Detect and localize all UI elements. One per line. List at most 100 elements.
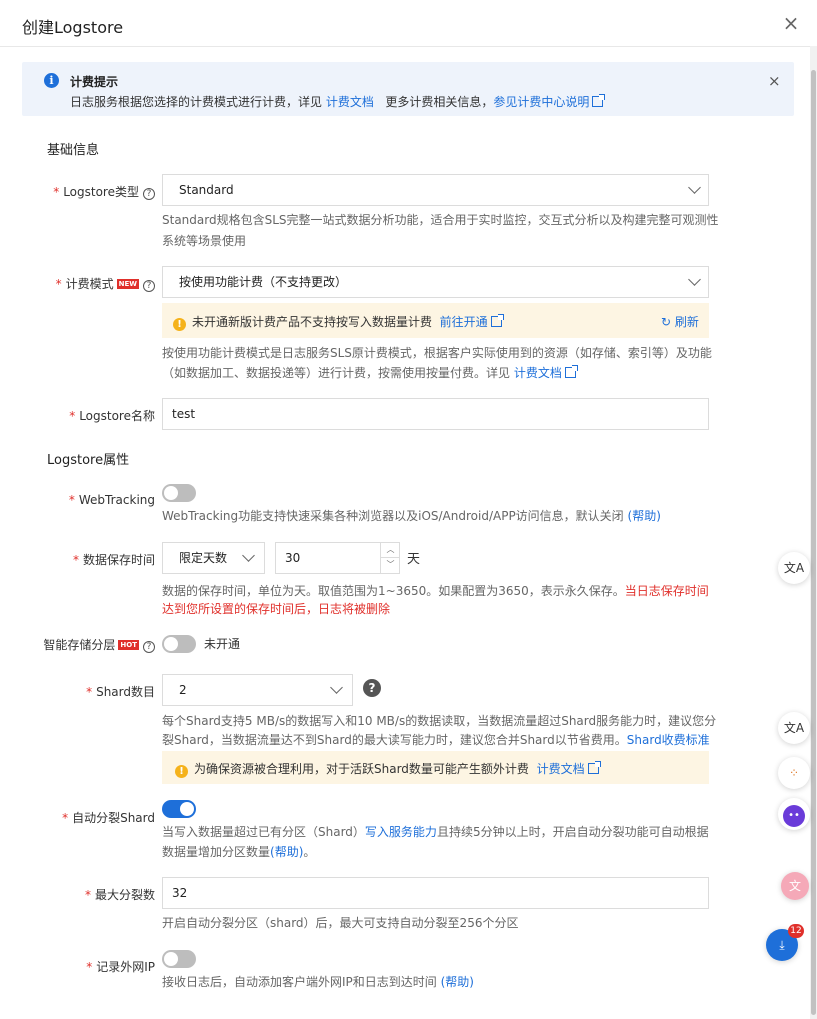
refresh-button[interactable]: ↻ 刷新 [661,313,699,330]
record-ip-toggle[interactable] [162,950,196,968]
logstore-type-help2: 系统等场景使用 [162,234,247,248]
auto-split-toggle[interactable] [162,800,196,818]
notice-text-mid: 更多计费相关信息， [385,95,494,109]
external-link-icon [490,314,504,327]
auto-split-help1a: 当写入数据量超过已有分区（Shard） [162,825,365,839]
shard-warn-text: 为确保资源被合理利用，对于活跃Shard数量可能产生额外计费 [194,762,529,776]
shard-label-text: Shard数目 [96,685,155,699]
external-link-icon [587,761,601,774]
billing-help2-text: （如数据加工、数据投递等）进行计费，按需使用按量付费。详见 [162,366,511,380]
chevron-down-icon [242,549,255,562]
logstore-type-label-text: Logstore类型 [63,185,139,199]
logstore-name-label: * Logstore名称 [69,409,155,423]
shard-help2-text: 裂Shard，当数据流量达不到Shard的最大读写能力时，建议您合并Shard以… [162,733,627,747]
stepper-down-icon[interactable]: ﹀ [380,558,400,573]
logstore-type-select[interactable]: Standard [162,174,709,206]
chevron-down-icon [688,181,701,194]
billing-center-link[interactable]: 参见计费中心说明 [493,94,606,109]
webtracking-label: * WebTracking [68,493,155,507]
tiered-storage-label: 智能存储分层 HOT? [20,636,155,653]
ai-translate-icon[interactable]: 文 [781,872,809,900]
logstore-name-input[interactable]: test [162,398,709,430]
tiered-storage-toggle[interactable] [162,635,196,653]
assistant-icon[interactable]: •• [778,798,810,830]
notice-text-prefix: 日志服务根据您选择的计费模式进行计费，详见 [70,95,323,109]
section-attrs: Logstore属性 [47,453,130,468]
webtracking-toggle[interactable] [162,484,196,502]
billing-doc-link[interactable]: 计费文档 [326,95,374,109]
refresh-label: 刷新 [674,315,699,329]
billing-doc-link-text: 计费文档 [513,366,562,380]
retention-mode-value: 限定天数 [179,551,228,565]
retention-mode-select[interactable]: 限定天数 [162,542,265,574]
billing-mode-value: 按使用功能计费（不支持更改） [179,275,348,289]
chevron-down-icon [688,273,701,286]
external-link-icon [592,94,606,107]
billing-warn-text: 未开通新版计费产品不支持按写入数据量计费 [192,315,433,329]
shard-count-select[interactable]: 2 [162,674,353,706]
shard-warning-text: ! 为确保资源被合理利用，对于活跃Shard数量可能产生额外计费 计费文档 [175,760,601,778]
help-icon[interactable]: ? [143,641,155,653]
help-icon[interactable]: ? [143,188,155,200]
hot-badge: HOT [118,640,139,650]
shard-warning: ! 为确保资源被合理利用，对于活跃Shard数量可能产生额外计费 计费文档 [162,751,709,784]
max-split-input[interactable]: 32 [162,877,709,909]
auto-split-help1b: 且持续5分钟以上时，开启自动分裂功能可自动根据 [436,825,709,839]
shard-help2: 裂Shard，当数据流量达不到Shard的最大读写能力时，建议您合并Shard以… [162,730,710,751]
webtracking-help-text: WebTracking功能支持快速采集各种浏览器以及iOS/Android/AP… [162,509,624,523]
billing-warning-text: ! 未开通新版计费产品不支持按写入数据量计费 前往开通 [173,313,504,331]
notification-badge: 12 [788,924,804,938]
auto-split-help2-text: 数据量增加分区数量 [162,845,271,859]
billing-mode-warning: ! 未开通新版计费产品不支持按写入数据量计费 前往开通 ↻ 刷新 [162,303,709,338]
apps-icon[interactable]: ⁘ [778,757,810,789]
new-badge: NEW [116,279,139,289]
activate-link[interactable]: 前往开通 [439,314,504,329]
shard-pricing-link[interactable]: Shard收费标准 [627,733,710,747]
retention-help2: 达到您所设置的保存时间后，日志将被删除 [162,602,391,616]
retention-label: * 数据保存时间 [72,553,155,567]
help-icon[interactable]: ? [143,280,155,292]
record-ip-help-text: 接收日志后，自动添加客户端外网IP和日志到达时间 [162,975,437,989]
max-split-label-text: 最大分裂数 [94,888,155,902]
scrollbar-thumb[interactable] [811,70,816,1015]
retention-help1-text: 数据的保存时间，单位为天。取值范围为1~3650。如果配置为3650，表示永久保… [162,584,625,598]
close-icon[interactable]: × [780,12,802,34]
shard-count-value: 2 [179,683,187,697]
dialog-title: 创建Logstore [22,18,124,37]
header-divider [0,46,810,47]
warning-icon: ! [175,765,188,778]
billing-notice: i 计费提示 日志服务根据您选择的计费模式进行计费，详见 计费文档 更多计费相关… [22,62,794,116]
logstore-type-help1: Standard规格包含SLS完整一站式数据分析功能，适合用于实时监控，交互式分… [162,213,719,227]
retention-help1-red: 当日志保存时间 [624,584,709,598]
shard-billing-doc-link[interactable]: 计费文档 [537,761,601,776]
info-icon: i [44,73,59,88]
activate-link-text: 前往开通 [439,315,488,329]
auto-split-help1: 当写入数据量超过已有分区（Shard）写入服务能力且持续5分钟以上时，开启自动分… [162,822,709,843]
external-link-icon [564,365,578,378]
tiered-storage-status: 未开通 [204,637,241,651]
record-ip-help-link[interactable]: (帮助) [441,975,474,989]
record-ip-label-text: 记录外网IP [96,960,155,974]
billing-mode-select[interactable]: 按使用功能计费（不支持更改） [162,266,709,298]
translate-icon[interactable]: 文A [778,712,810,744]
webtracking-label-text: WebTracking [78,493,155,507]
translate-icon[interactable]: 文A [778,552,810,584]
webtracking-help-link[interactable]: (帮助) [628,509,661,523]
stepper-up-icon[interactable]: ︿ [380,543,400,558]
retention-days-value: 30 [285,551,301,565]
billing-mode-label: * 计费模式 NEW? [30,275,155,292]
retention-days-input[interactable]: 30 ︿ ﹀ [275,542,400,574]
notice-title: 计费提示 [70,75,119,89]
shard-label: * Shard数目 [86,685,155,699]
auto-split-label-text: 自动分裂Shard [72,811,155,825]
retention-unit: 天 [407,552,421,567]
shard-help-icon[interactable]: ? [363,679,381,697]
billing-doc-link[interactable]: 计费文档 [513,365,578,380]
notice-text: 日志服务根据您选择的计费模式进行计费，详见 计费文档 更多计费相关信息，参见计费… [70,93,606,110]
section-basic: 基础信息 [47,143,100,158]
write-capacity-link[interactable]: 写入服务能力 [365,825,437,839]
auto-split-help-link[interactable]: (帮助) [270,845,303,859]
notice-close-icon[interactable]: × [768,72,781,90]
tiered-storage-label-text: 智能存储分层 [43,638,116,652]
auto-split-label: * 自动分裂Shard [62,811,155,825]
